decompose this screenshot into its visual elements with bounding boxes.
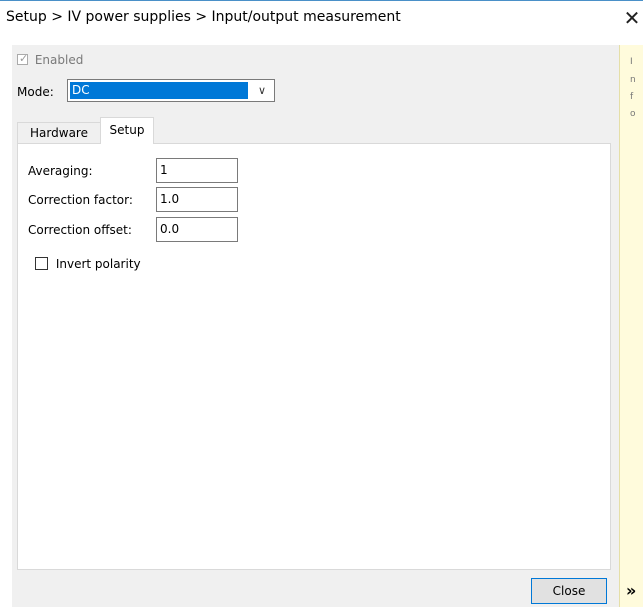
tab-hardware[interactable]: Hardware	[17, 122, 101, 143]
averaging-label: Averaging:	[28, 164, 93, 178]
info-side-panel: I n f o »	[619, 45, 643, 607]
averaging-input[interactable]: 1	[156, 158, 238, 183]
enabled-label: Enabled	[34, 52, 84, 67]
correction-factor-input[interactable]: 1.0	[156, 187, 238, 212]
side-panel-hint-line: I	[630, 57, 633, 67]
setup-tab-panel: Averaging: 1 Correction factor: 1.0 Corr…	[17, 143, 611, 570]
correction-offset-label: Correction offset:	[28, 223, 132, 237]
close-button[interactable]: Close	[531, 578, 607, 604]
checkmark-icon: ✓	[19, 52, 29, 65]
mode-select[interactable]: DC ∨	[67, 79, 275, 102]
enabled-checkbox-row[interactable]: ✓ Enabled	[17, 52, 83, 68]
mode-label: Mode:	[17, 85, 54, 99]
correction-offset-input[interactable]: 0.0	[156, 217, 238, 242]
window-title: Setup > IV power supplies > Input/output…	[6, 9, 401, 25]
invert-polarity-label: Invert polarity	[55, 256, 141, 271]
invert-polarity-checkbox[interactable]	[35, 257, 48, 270]
side-panel-hint-line: o	[630, 109, 636, 119]
side-panel-hint-line: n	[630, 75, 636, 85]
tab-setup[interactable]: Setup	[100, 117, 154, 144]
enabled-checkbox[interactable]: ✓	[17, 52, 29, 65]
close-icon[interactable]: ✕	[621, 5, 643, 31]
chevron-down-icon[interactable]: ∨	[250, 80, 274, 101]
side-panel-hint-line: f	[630, 92, 634, 102]
mode-selected-value: DC	[70, 82, 248, 99]
correction-factor-label: Correction factor:	[28, 193, 133, 207]
invert-polarity-row[interactable]: Invert polarity	[35, 256, 141, 272]
title-bar: Setup > IV power supplies > Input/output…	[0, 1, 643, 33]
expand-panel-icon[interactable]: »	[626, 581, 636, 600]
